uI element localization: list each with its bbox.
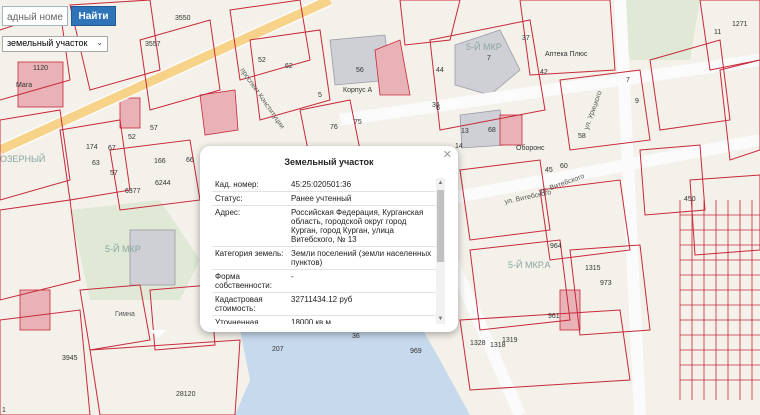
parcel-number[interactable]: 961 bbox=[548, 313, 560, 320]
parcel-number[interactable]: 969 bbox=[410, 348, 422, 355]
parcel-number[interactable]: 52 bbox=[258, 57, 266, 64]
table-row: Уточненная площадь: 18000 кв.м bbox=[212, 316, 436, 324]
parcel-attributes-table: Кад. номер: 45:25:020501:36 Статус: Ранее … bbox=[212, 178, 436, 324]
poi-label: Аптека Плюс bbox=[545, 51, 588, 58]
parcel-number[interactable]: 6 bbox=[436, 105, 440, 112]
parcel-number[interactable]: 166 bbox=[154, 158, 166, 165]
scroll-thumb[interactable] bbox=[437, 190, 444, 262]
street-label: Гимна bbox=[115, 311, 135, 318]
parcel-number[interactable]: 6244 bbox=[155, 180, 171, 187]
parcel-number[interactable]: 3550 bbox=[175, 15, 191, 22]
parcel-number[interactable]: 7 bbox=[626, 77, 630, 84]
row-value: Ранее учтенный bbox=[291, 194, 352, 203]
cadastral-number-input[interactable] bbox=[3, 8, 67, 27]
row-value: 32711434.12 руб bbox=[291, 295, 353, 304]
row-value: Земли поселений (земли населенных пункто… bbox=[291, 249, 432, 267]
table-row: Статус: Ранее учтенный bbox=[212, 192, 436, 206]
parcel-number[interactable]: 76 bbox=[330, 124, 338, 131]
parcel-number[interactable]: 57 bbox=[150, 125, 158, 132]
table-row: Адрес: Российская Федерация, Курганская о… bbox=[212, 206, 436, 247]
parcel-number[interactable]: 75 bbox=[354, 119, 362, 126]
row-key: Форма собственности: bbox=[215, 272, 272, 290]
parcel-number[interactable]: 9 bbox=[635, 98, 639, 105]
row-value: 45:25:020501:36 bbox=[291, 180, 352, 189]
parcel-number[interactable]: 68 bbox=[488, 127, 496, 134]
row-value: - bbox=[291, 272, 294, 281]
table-row: Кад. номер: 45:25:020501:36 bbox=[212, 178, 436, 192]
district-label: ОЗЕРНЫЙ bbox=[0, 153, 45, 164]
parcel-number[interactable]: 60 bbox=[560, 163, 568, 170]
row-value: 18000 кв.м bbox=[291, 318, 331, 324]
district-label: 5-Й МКР bbox=[466, 41, 502, 52]
table-row: Категория земель: Земли поселений (земли … bbox=[212, 247, 436, 270]
parcel-number[interactable]: 52 bbox=[128, 134, 136, 141]
parcel-number[interactable]: 1328 bbox=[470, 340, 486, 347]
row-key: Адрес: bbox=[215, 208, 241, 217]
poi-label: Корпус А bbox=[343, 87, 373, 94]
parcel-info-popup: ✕ Земельный участок Кад. номер: 45:25:020… bbox=[200, 146, 458, 332]
parcel-number[interactable]: 57 bbox=[110, 170, 118, 177]
chevron-down-icon: ⌄ bbox=[96, 38, 103, 47]
parcel-number[interactable]: 44 bbox=[436, 67, 444, 74]
find-button[interactable]: Найти bbox=[71, 6, 116, 26]
poi-label: Мага bbox=[16, 82, 32, 89]
popup-scrollbar[interactable]: ▲ ▼ bbox=[436, 178, 445, 324]
close-icon[interactable]: ✕ bbox=[443, 150, 452, 161]
parcel-number[interactable]: 7 bbox=[487, 55, 491, 62]
parcel-number[interactable]: 6377 bbox=[125, 188, 141, 195]
parcel-number[interactable]: 63 bbox=[92, 160, 100, 167]
poi-label: Оборонс bbox=[516, 144, 545, 152]
parcel-number[interactable]: 45 bbox=[545, 167, 553, 174]
district-label: 5-Й МКР bbox=[105, 243, 141, 254]
parcel-number[interactable]: 1 bbox=[2, 407, 6, 414]
row-value: Российская Федерация, Курганская область… bbox=[291, 208, 424, 244]
parcel-number[interactable]: 1271 bbox=[732, 21, 748, 28]
row-key: Кадастровая стоимость: bbox=[215, 295, 263, 313]
parcel-number[interactable]: 36 bbox=[352, 333, 360, 340]
parcel-number[interactable]: 450 bbox=[684, 196, 696, 203]
parcel-number[interactable]: 1120 bbox=[33, 65, 48, 72]
search-box[interactable] bbox=[2, 6, 68, 27]
parcel-number[interactable]: 37 bbox=[522, 35, 530, 42]
parcel-number[interactable]: 67 bbox=[108, 145, 116, 152]
parcel-number[interactable]: 964 bbox=[550, 243, 562, 250]
object-type-select[interactable]: земельный участок ⌄ bbox=[2, 36, 108, 52]
popup-title: Земельный участок bbox=[284, 157, 374, 167]
parcel-number[interactable]: 42 bbox=[540, 69, 548, 76]
parcel-number[interactable]: 1315 bbox=[585, 265, 601, 272]
table-row: Кадастровая стоимость: 32711434.12 руб bbox=[212, 293, 436, 316]
table-row: Форма собственности: - bbox=[212, 270, 436, 293]
parcel-number[interactable]: 58 bbox=[578, 133, 586, 140]
popup-pointer bbox=[150, 330, 166, 338]
row-key: Категория земель: bbox=[215, 249, 284, 258]
parcel-number[interactable]: 5 bbox=[318, 92, 322, 99]
parcel-number[interactable]: 56 bbox=[356, 67, 364, 74]
parcel-number[interactable]: 973 bbox=[600, 280, 612, 287]
row-key: Уточненная площадь: bbox=[215, 318, 259, 324]
row-key: Статус: bbox=[215, 194, 243, 203]
parcel-number[interactable]: 3557 bbox=[145, 41, 161, 48]
scroll-up-icon[interactable]: ▲ bbox=[437, 179, 444, 187]
parcel-number[interactable]: 14 bbox=[455, 143, 463, 150]
parcel-number[interactable]: 66 bbox=[186, 157, 194, 164]
row-key: Кад. номер: bbox=[215, 180, 259, 189]
scroll-down-icon[interactable]: ▼ bbox=[437, 315, 444, 323]
parcel-number[interactable]: 28120 bbox=[176, 391, 196, 398]
parcel-number[interactable]: 174 bbox=[86, 144, 98, 151]
object-type-selected: земельный участок bbox=[7, 38, 88, 48]
parcel-number[interactable]: 207 bbox=[272, 346, 284, 353]
parcel-number[interactable]: 13 bbox=[461, 128, 469, 135]
parcel-number[interactable]: 3945 bbox=[62, 355, 78, 362]
parcel-number[interactable]: 11 bbox=[714, 29, 721, 36]
parcel-number[interactable]: 1319 bbox=[502, 337, 518, 344]
parcel-number[interactable]: 62 bbox=[285, 63, 293, 70]
district-label: 5-Й МКР.А bbox=[508, 259, 551, 270]
